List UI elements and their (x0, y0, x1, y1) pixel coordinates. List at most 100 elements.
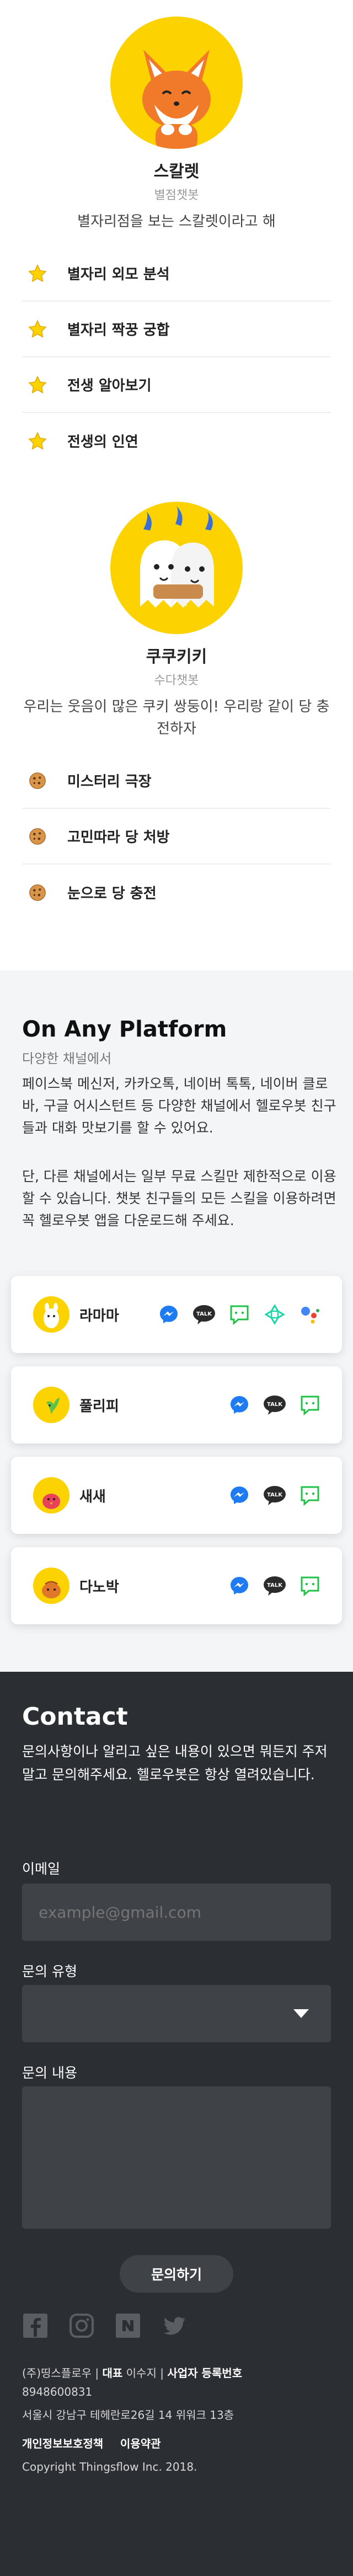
svg-text:TALK: TALK (267, 1402, 283, 1408)
platform-bot-name: 새새 (79, 1488, 106, 1505)
messenger-icon[interactable] (227, 1574, 252, 1598)
kakaotalk-icon[interactable]: TALK (263, 1483, 287, 1507)
bot-subtitle: 별점챗봇 (154, 189, 199, 202)
skill-label: 별자리 외모 분석 (67, 266, 170, 283)
bot-name: 스칼렛 (153, 162, 200, 181)
platform-bot-name: 풀리피 (79, 1398, 119, 1415)
skill-label: 전생 알아보기 (67, 378, 152, 394)
channel-icons: TALK (227, 1483, 322, 1507)
skill-label: 눈으로 당 충전 (67, 886, 157, 902)
company-info-line: (주)띵스플로우 | 대표 이수지 | 사업자 등록번호 (22, 2366, 243, 2380)
inquiry-type-select[interactable] (22, 1985, 331, 2042)
bot-avatar-bird (33, 1477, 69, 1514)
skill-label: 고민따라 당 처방 (67, 829, 170, 846)
skill-item[interactable]: 눈으로 당 충전 (22, 865, 331, 920)
inquiry-type-label: 문의 유형 (22, 1963, 77, 1979)
channel-icons: TALK (227, 1574, 322, 1598)
channel-icons: TALK (157, 1302, 322, 1327)
kakaotalk-icon[interactable]: TALK (192, 1302, 216, 1327)
ghost-twins-illustration (140, 506, 215, 608)
bot-description: 별자리점을 보는 스칼렛이라고 해 (77, 213, 276, 230)
cookie-icon (26, 882, 49, 904)
skill-label: 별자리 짝꿍 궁합 (67, 322, 170, 339)
star-icon (26, 374, 49, 396)
star-icon (26, 430, 49, 452)
naver-talktalk-icon[interactable] (298, 1483, 322, 1507)
google-assistant-icon[interactable] (298, 1302, 322, 1327)
business-reg-number: 8948600831 (22, 2385, 93, 2398)
naver-talktalk-icon[interactable] (298, 1393, 322, 1417)
bot-card-scarlett: 스칼렛 별점챗봇 별자리점을 보는 스칼렛이라고 해 별자리 외모 분석 별자리… (0, 0, 353, 469)
skill-item[interactable]: 전생 알아보기 (22, 357, 331, 413)
platform-paragraph: 단, 다른 채널에서는 일부 무료 스킬만 제한적으로 이용할 수 있습니다. … (22, 1168, 336, 1228)
privacy-policy-link[interactable]: 개인정보보호정책 (22, 2437, 103, 2450)
chevron-down-icon (293, 2009, 309, 2018)
skill-item[interactable]: 고민따라 당 처방 (22, 809, 331, 865)
messenger-icon[interactable] (227, 1483, 252, 1507)
star-icon (26, 318, 49, 340)
platform-bot-card[interactable]: 다노박 TALK (11, 1547, 342, 1624)
platform-paragraph: 페이스북 메신저, 카카오톡, 네이버 톡톡, 네이버 클로바, 구글 어시스턴… (22, 1076, 336, 1136)
skill-item[interactable]: 전생의 인연 (22, 413, 331, 469)
kakaotalk-icon[interactable]: TALK (263, 1574, 287, 1598)
contact-title: Contact (22, 1703, 128, 1731)
svg-text:TALK: TALK (267, 1582, 283, 1588)
fox-illustration (142, 50, 211, 149)
bot-avatar-fox (110, 17, 243, 149)
facebook-icon[interactable] (22, 2312, 49, 2341)
contact-description: 문의사항이나 알리고 싶은 내용이 있으면 뭐든지 주저말고 문의해주세요. 헬… (22, 1743, 328, 1783)
platform-bot-name: 라마마 (79, 1307, 119, 1324)
skill-item[interactable]: 별자리 짝꿍 궁합 (22, 302, 331, 357)
skill-list: 별자리 외모 분석 별자리 짝꿍 궁합 전생 알아보기 전생의 인연 (22, 246, 331, 469)
platform-bot-name: 다노박 (79, 1579, 119, 1596)
instagram-icon[interactable] (68, 2312, 95, 2341)
skill-item[interactable]: 별자리 외모 분석 (22, 246, 331, 302)
inquiry-content-label: 문의 내용 (22, 2065, 77, 2081)
bot-name: 쿠쿠키키 (146, 647, 207, 667)
naver-blog-icon[interactable] (115, 2312, 141, 2341)
bot-avatar-ghost-twins (110, 502, 243, 634)
social-links (22, 2312, 188, 2341)
skill-label: 전생의 인연 (67, 434, 138, 450)
contact-section: Contact 문의사항이나 알리고 싶은 내용이 있으면 뭐든지 주저말고 문… (0, 1672, 353, 2576)
messenger-icon[interactable] (227, 1393, 252, 1417)
star-icon (26, 262, 49, 285)
business-reg-label: 사업자 등록번호 (167, 2366, 243, 2380)
terms-link[interactable]: 이용약관 (120, 2437, 161, 2450)
naver-talktalk-icon[interactable] (298, 1574, 322, 1598)
copyright: Copyright Thingsflow Inc. 2018. (22, 2460, 197, 2473)
bot-card-kukukiki: 쿠쿠키키 수다챗봇 우리는 웃음이 많은 쿠키 쌍둥이! 우리랑 같이 당 충전… (0, 469, 353, 920)
platform-subtitle: 다양한 채널에서 (22, 1051, 112, 1066)
svg-text:TALK: TALK (267, 1492, 283, 1498)
svg-text:TALK: TALK (196, 1311, 212, 1317)
bot-avatar-danobak (33, 1568, 69, 1604)
cookie-icon (26, 770, 49, 792)
skill-list: 미스터리 극장 고민따라 당 처방 눈으로 당 충전 (22, 753, 331, 920)
kakaotalk-icon[interactable]: TALK (263, 1393, 287, 1417)
skill-label: 미스터리 극장 (67, 774, 152, 790)
channel-icons: TALK (227, 1393, 322, 1417)
platform-bot-card[interactable]: 새새 TALK (11, 1457, 342, 1534)
naver-talktalk-icon[interactable] (227, 1302, 252, 1327)
bot-subtitle: 수다챗봇 (154, 674, 199, 688)
company-name: (주)띵스플로우 (22, 2366, 92, 2380)
inquiry-content-textarea[interactable] (22, 2086, 331, 2229)
twitter-icon[interactable] (161, 2312, 188, 2341)
company-address: 서울시 강남구 테헤란로26길 14 위워크 13층 (22, 2408, 234, 2422)
platform-section: On Any Platform 다양한 채널에서 페이스북 메신저, 카카오톡,… (0, 970, 353, 1672)
clova-icon[interactable] (263, 1302, 287, 1327)
messenger-icon[interactable] (157, 1302, 181, 1327)
platform-bot-card[interactable]: 라마마 TALK (11, 1276, 342, 1353)
bot-avatar-plant (33, 1387, 69, 1423)
ceo-name: 이수지 (126, 2366, 157, 2380)
email-field[interactable] (22, 1883, 331, 1941)
skill-item[interactable]: 미스터리 극장 (22, 753, 331, 809)
submit-inquiry-button[interactable]: 문의하기 (120, 2255, 233, 2293)
bot-avatar-llama (33, 1296, 69, 1333)
platform-bot-card[interactable]: 풀리피 TALK (11, 1366, 342, 1443)
cookie-icon (26, 825, 49, 847)
ceo-label: 대표 (102, 2366, 123, 2380)
platform-title: On Any Platform (22, 1017, 227, 1042)
email-label: 이메일 (22, 1861, 61, 1877)
legal-links: 개인정보보호정책 이용약관 (22, 2435, 342, 2451)
